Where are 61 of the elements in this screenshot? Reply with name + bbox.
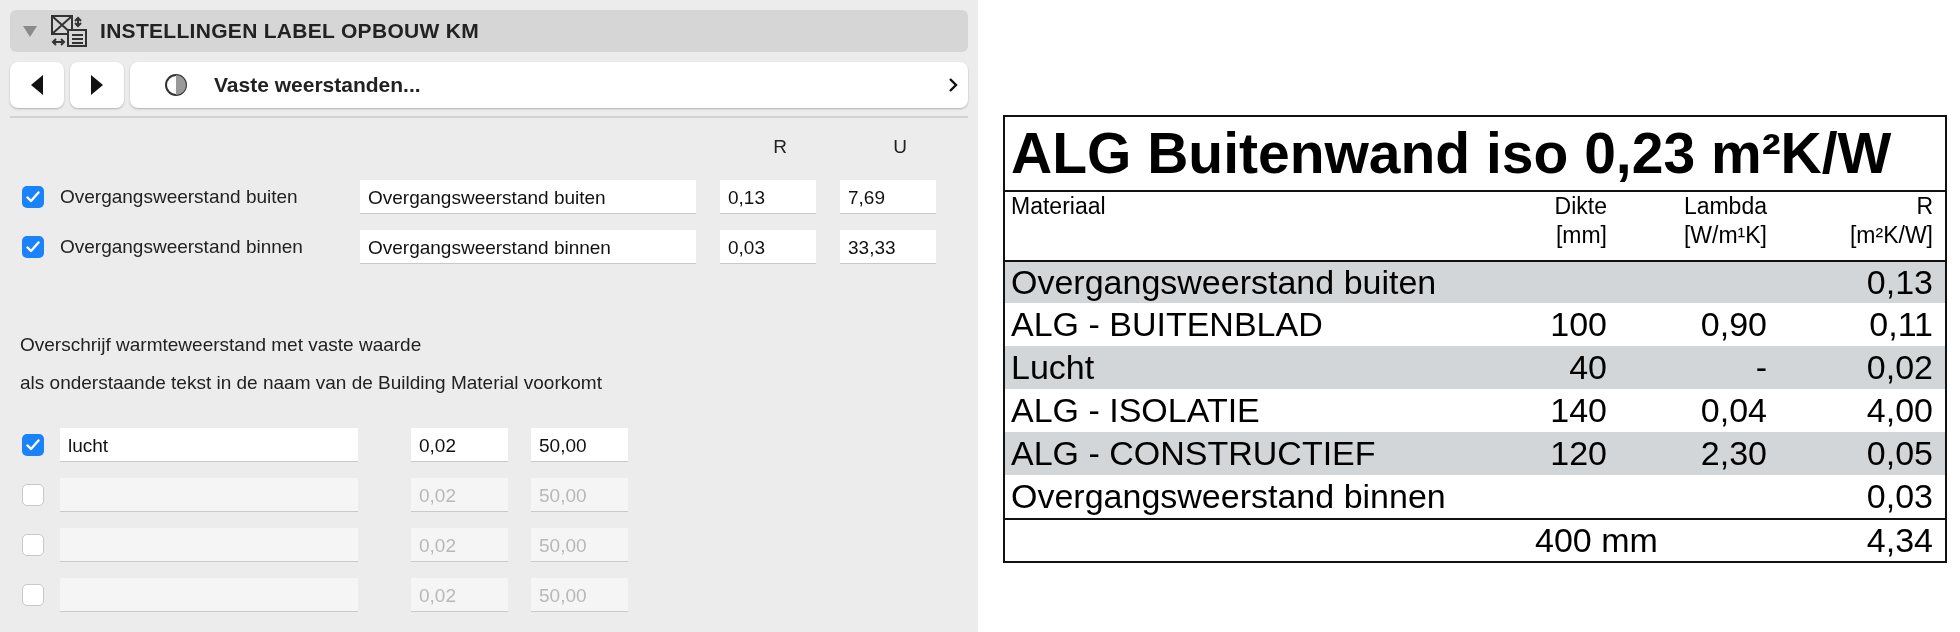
previous-button[interactable]	[10, 62, 64, 108]
table-cell-text: 0,90	[1699, 305, 1767, 344]
left-triangle-icon	[31, 75, 43, 95]
half-circle-icon	[164, 73, 188, 97]
checkmark-icon	[26, 439, 40, 451]
table-cell-text: ALG - CONSTRUCTIEF	[1011, 434, 1377, 473]
name-field[interactable]: Overgangsweerstand buiten	[360, 180, 696, 214]
checkmark-icon	[26, 191, 40, 203]
table-cell-text: 140	[1549, 391, 1607, 430]
table-cell-text: 0,05	[1865, 434, 1933, 473]
collapse-triangle-icon[interactable]	[22, 24, 38, 38]
name-field[interactable]	[60, 528, 358, 562]
table-cell-text: 0,11	[1868, 305, 1933, 344]
total-r-value: 4,34	[1865, 521, 1933, 560]
table-cell-text: ALG - BUITENBLAD	[1011, 305, 1324, 344]
table-cell-text: 0,04	[1699, 391, 1767, 430]
total-thickness: 400 mm	[1534, 521, 1659, 560]
table-cell-text: 4,00	[1865, 391, 1933, 430]
table-cell-text: 2,30	[1699, 434, 1767, 473]
column-header: Lambda [W/m¹K]	[1682, 192, 1767, 250]
r-value-field[interactable]: 0,13	[720, 180, 816, 214]
next-button[interactable]	[70, 62, 124, 108]
name-field[interactable]	[60, 578, 358, 612]
u-value-field[interactable]: 50,00	[531, 428, 628, 462]
table-cell-text: 0,02	[1865, 348, 1933, 387]
table-cell-text: 100	[1549, 305, 1607, 344]
checkbox[interactable]	[22, 236, 44, 258]
section-header[interactable]: INSTELLINGEN LABEL OPBOUW KM	[10, 10, 968, 52]
table-cell-text: 40	[1568, 348, 1607, 387]
table-cell-text: 0,13	[1865, 263, 1933, 302]
description-text: als onderstaande tekst in de naam van de Building Material voorkomt	[20, 371, 603, 395]
u-value-field[interactable]: 7,69	[840, 180, 936, 214]
right-triangle-icon	[91, 75, 103, 95]
column-header: Materiaal	[1011, 192, 1107, 221]
table-cell-text: ALG - ISOLATIE	[1011, 391, 1261, 430]
table-cell-text: Lucht	[1011, 348, 1096, 387]
checkbox[interactable]	[22, 434, 44, 456]
table-cell-text: Overgangsweerstand binnen	[1011, 477, 1447, 516]
column-header: Dikte [mm]	[1553, 192, 1607, 250]
checkbox[interactable]	[22, 186, 44, 208]
checkmark-icon	[26, 241, 40, 253]
description-text: Overschrijf warmteweerstand met vaste waarde	[20, 333, 423, 357]
table-cell-text: 0,03	[1865, 477, 1933, 516]
column-header: R [m²K/W]	[1848, 192, 1933, 250]
table-cell-text: 120	[1549, 434, 1607, 473]
table-cell-text: Overgangsweerstand buiten	[1011, 263, 1438, 302]
section-title: INSTELLINGEN LABEL OPBOUW KM	[100, 19, 479, 43]
r-value-field[interactable]: 0,03	[720, 230, 816, 264]
name-field[interactable]: Overgangsweerstand binnen	[360, 230, 696, 264]
chevron-right-icon	[948, 77, 958, 93]
r-value-field[interactable]: 0,02	[411, 428, 508, 462]
name-field[interactable]: lucht	[60, 428, 358, 462]
row-label: Overgangsweerstand binnen	[60, 236, 304, 258]
column-header: R	[772, 136, 788, 159]
column-header: U	[892, 136, 908, 159]
page-selector[interactable]: Vaste weerstanden...	[130, 62, 968, 108]
row-label: Overgangsweerstand buiten	[60, 186, 299, 208]
name-field[interactable]	[60, 478, 358, 512]
u-value-field[interactable]: 33,33	[840, 230, 936, 264]
label-settings-icon	[50, 14, 88, 48]
table-cell-text: -	[1754, 348, 1767, 387]
